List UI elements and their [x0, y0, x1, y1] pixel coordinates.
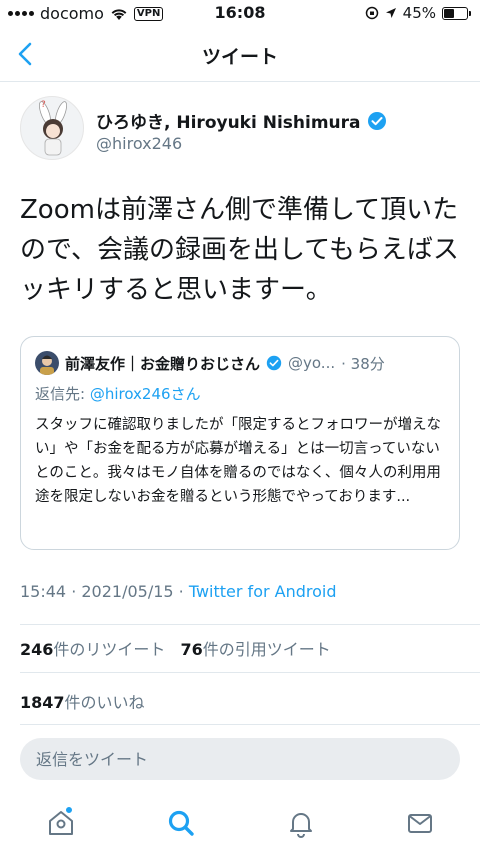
quote-count: 76 [180, 640, 203, 659]
quotes-link[interactable]: 76件の引用ツイート [181, 640, 331, 659]
status-bar: docomo VPN 16:08 45% [0, 0, 480, 28]
status-right: 45% [365, 4, 471, 22]
divider [20, 724, 480, 725]
reply-bar[interactable] [20, 738, 460, 780]
orientation-lock-icon [365, 6, 378, 20]
name-row: ひろゆき, Hiroyuki Nishimura [96, 108, 387, 133]
retweets-link[interactable]: 246件のリツイート [20, 640, 165, 659]
like-label: 件のいいね [64, 693, 145, 712]
search-icon [168, 810, 194, 836]
retweet-stats: 246件のリツイート 76件の引用ツイート [20, 636, 331, 660]
tweet-meta: 15:44 · 2021/05/15 · Twitter for Android [20, 582, 337, 601]
retweet-label: 件のリツイート [53, 640, 166, 659]
tweet-text: Zoomは前澤さん側で準備して頂いたので、会議の録画を出してもらえばスッキリする… [20, 195, 459, 305]
divider [20, 672, 480, 673]
quoted-tweet-text: スタッフに確認取りましたが「限定するとフォロワーが増えない」や「お金を配る方が応… [35, 417, 441, 505]
quoted-avatar [35, 351, 59, 375]
quoted-reply-to: 返信先: @hirox246さん [35, 383, 201, 404]
nav-bar: ツイート [0, 28, 480, 82]
author-name[interactable]: ひろゆき, Hiroyuki Nishimura [96, 108, 361, 133]
tweet-author: ? ひろゆき, Hiroyuki Nishimura @hirox246 [20, 96, 460, 168]
divider [20, 624, 480, 625]
location-icon [385, 8, 396, 18]
page-title: ツイート [201, 46, 278, 68]
verified-badge-icon [367, 111, 386, 130]
retweet-count: 246 [20, 640, 54, 659]
quoted-tweet-header: 前澤友作｜お金贈りおじさん @yo... · 38分 [35, 351, 455, 375]
tab-search[interactable] [166, 808, 196, 838]
author-handle[interactable]: @hirox246 [96, 134, 182, 153]
messages-icon [408, 814, 432, 833]
tweet-timestamp: 15:44 · 2021/05/15 · [20, 582, 189, 601]
tab-bar [0, 796, 480, 854]
like-stats[interactable]: 1847件のいいね [20, 689, 145, 713]
quoted-avatar-illustration [40, 355, 54, 375]
avatar-illustration: ? [39, 100, 67, 156]
quoted-author-name: 前澤友作｜お金贈りおじさん [65, 354, 261, 373]
battery-fill [444, 8, 454, 18]
tab-messages[interactable] [405, 808, 435, 838]
verified-badge-icon [266, 355, 282, 371]
quoted-author-handle: @yo... [288, 354, 336, 372]
battery-icon [442, 6, 471, 20]
like-count: 1847 [20, 693, 65, 712]
battery-percent: 45% [402, 4, 436, 22]
tweet-source-link[interactable]: Twitter for Android [189, 582, 337, 601]
reply-handle-link[interactable]: @hirox246さん [90, 385, 201, 403]
unread-dot [65, 806, 73, 814]
quoted-tweet-age: · 38分 [341, 354, 385, 373]
avatar[interactable]: ? [20, 96, 84, 160]
svg-text:?: ? [41, 100, 46, 110]
tab-notifications[interactable] [286, 808, 316, 838]
notifications-icon [290, 813, 312, 838]
reply-prefix: 返信先: [35, 385, 90, 403]
reply-input[interactable] [20, 738, 460, 780]
quoted-tweet[interactable]: 前澤友作｜お金贈りおじさん @yo... · 38分 返信先: @hirox24… [20, 336, 460, 550]
tab-home[interactable] [46, 806, 76, 838]
quote-label: 件の引用ツイート [202, 640, 331, 659]
